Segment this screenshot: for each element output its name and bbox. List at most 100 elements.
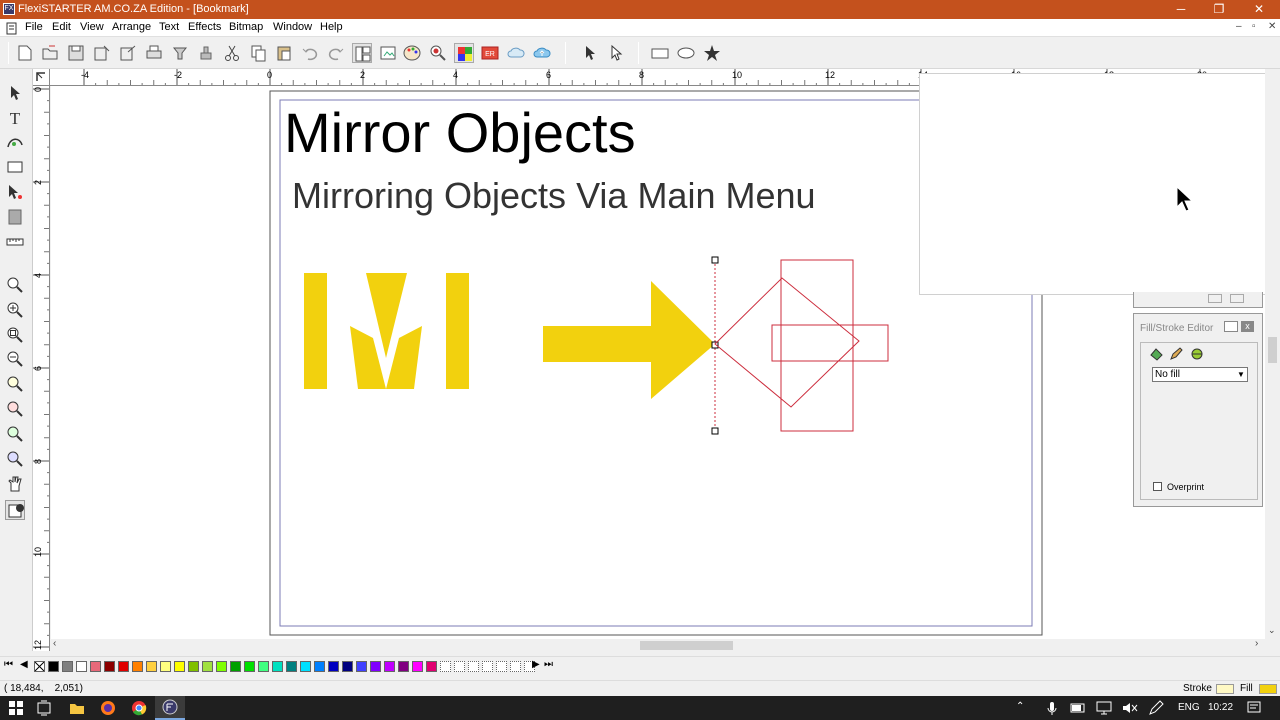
export-icon[interactable] [118, 43, 138, 63]
star-polygon-icon[interactable] [702, 43, 722, 63]
undo-icon[interactable] [300, 43, 320, 63]
fill-tool-icon[interactable] [5, 207, 25, 227]
task-view-icon[interactable] [34, 698, 54, 718]
rectangle-icon[interactable] [650, 43, 670, 63]
palette-empty-swatch[interactable] [482, 661, 493, 672]
menu-help[interactable]: Help [320, 21, 343, 33]
copy-icon[interactable] [248, 43, 268, 63]
clock[interactable]: 10:22 [1208, 702, 1233, 713]
horizontal-scrollbar[interactable]: ‹ › [51, 638, 1265, 652]
palette-swatch[interactable] [216, 661, 227, 672]
design-central-icon[interactable] [352, 43, 372, 63]
palette-swatch[interactable] [258, 661, 269, 672]
no-color-swatch[interactable] [34, 661, 45, 672]
pan-hand-icon[interactable] [5, 474, 25, 494]
menu-view[interactable]: View [80, 21, 104, 33]
zoom-all-icon[interactable] [5, 374, 25, 394]
menu-bitmap[interactable]: Bitmap [229, 21, 263, 33]
stroke-style-icon[interactable] [1189, 346, 1205, 362]
new-file-icon[interactable] [15, 43, 35, 63]
zoom-selected-icon[interactable] [5, 399, 25, 419]
palette-swatch[interactable] [370, 661, 381, 672]
panel-pin-button[interactable] [1224, 321, 1238, 332]
zoom-actual-icon[interactable] [5, 449, 25, 469]
production-manager-icon[interactable] [196, 43, 216, 63]
mdi-minimize-button[interactable]: – [1236, 21, 1242, 32]
palette-first-icon[interactable]: ⏮ [4, 659, 13, 670]
language-indicator[interactable]: ENG [1178, 702, 1200, 713]
palette-empty-swatch[interactable] [510, 661, 521, 672]
scissors-icon[interactable] [222, 43, 242, 63]
palette-swatch[interactable] [398, 661, 409, 672]
palette-swatch[interactable] [412, 661, 423, 672]
stroke-color-swatch[interactable] [1216, 684, 1234, 694]
restore-button[interactable]: ❐ [1200, 0, 1238, 19]
cut-plot-icon[interactable] [170, 43, 190, 63]
network-icon[interactable] [1094, 698, 1114, 718]
volume-muted-icon[interactable] [1120, 698, 1140, 718]
palette-swatch[interactable] [174, 661, 185, 672]
battery-icon[interactable] [1068, 698, 1088, 718]
panel-close-icon[interactable]: x [1241, 321, 1254, 332]
vertical-scroll-thumb[interactable] [1268, 337, 1277, 363]
bezier-tool-icon[interactable] [5, 132, 25, 152]
scroll-left-icon[interactable]: ‹ [53, 638, 56, 649]
select-arrow-icon[interactable] [580, 43, 600, 63]
er-icon[interactable]: ER [480, 43, 500, 63]
text-tool-icon[interactable]: T [5, 107, 25, 128]
overprint-checkbox[interactable] [1153, 482, 1162, 491]
palette-swatch[interactable] [230, 661, 241, 672]
palette-swatch[interactable] [188, 661, 199, 672]
palette-swatch[interactable] [146, 661, 157, 672]
palette-swatch[interactable] [202, 661, 213, 672]
import-icon[interactable] [92, 43, 112, 63]
menu-window[interactable]: Window [273, 21, 312, 33]
document-icon[interactable] [6, 22, 18, 35]
scroll-right-icon[interactable]: › [1255, 638, 1258, 649]
vertical-ruler[interactable]: 0 2 4 6 8 10 12 [33, 86, 50, 651]
pen-tray-icon[interactable] [1146, 698, 1166, 718]
vertical-scrollbar[interactable]: ⌄ [1265, 69, 1280, 639]
palette-swatch[interactable] [62, 661, 73, 672]
measure-tool-icon[interactable] [5, 232, 25, 252]
preview-mode-icon[interactable] [5, 500, 25, 520]
flexi-taskbar-button[interactable] [155, 696, 185, 720]
color-palette-icon[interactable] [402, 43, 422, 63]
scroll-down-icon[interactable]: ⌄ [1268, 625, 1276, 636]
palette-swatch[interactable] [48, 661, 59, 672]
mdi-close-button[interactable]: ✕ [1268, 21, 1276, 32]
ruler-origin[interactable] [33, 69, 50, 86]
fill-bucket-icon[interactable] [1148, 346, 1164, 362]
palette-swatch[interactable] [426, 661, 437, 672]
fill-type-select[interactable]: No fill ▼ [1152, 367, 1248, 382]
palette-swatch[interactable] [328, 661, 339, 672]
menu-edit[interactable]: Edit [52, 21, 71, 33]
chevron-down-icon[interactable]: ▼ [1235, 368, 1247, 381]
palette-swatch[interactable] [244, 661, 255, 672]
palette-swatch[interactable] [272, 661, 283, 672]
horizontal-scroll-thumb[interactable] [640, 641, 733, 650]
notifications-icon[interactable] [1244, 698, 1264, 718]
select-tool-icon[interactable] [5, 83, 25, 103]
fill-color-swatch[interactable] [1259, 684, 1277, 694]
zoom-page-icon[interactable] [5, 325, 25, 345]
stroke-pen-icon[interactable] [1168, 346, 1184, 362]
menu-file[interactable]: File [25, 21, 43, 33]
palette-swatch[interactable] [342, 661, 353, 672]
panel-minimize-button[interactable] [1208, 294, 1222, 303]
color-grid-icon[interactable] [454, 43, 474, 63]
color-inspector-icon[interactable] [428, 43, 448, 63]
menu-text[interactable]: Text [159, 21, 179, 33]
pen-tool-icon[interactable] [5, 182, 25, 202]
print-icon[interactable] [144, 43, 164, 63]
palette-swatch[interactable] [356, 661, 367, 672]
file-explorer-icon[interactable] [67, 698, 87, 718]
palette-empty-swatch[interactable] [496, 661, 507, 672]
menu-arrange[interactable]: Arrange [112, 21, 151, 33]
microphone-icon[interactable] [1042, 698, 1062, 718]
palette-empty-swatch[interactable] [454, 661, 465, 672]
cloud-icon[interactable] [506, 43, 526, 63]
menu-effects[interactable]: Effects [188, 21, 221, 33]
palette-swatch[interactable] [90, 661, 101, 672]
palette-prev-icon[interactable]: ◀ [20, 659, 28, 670]
